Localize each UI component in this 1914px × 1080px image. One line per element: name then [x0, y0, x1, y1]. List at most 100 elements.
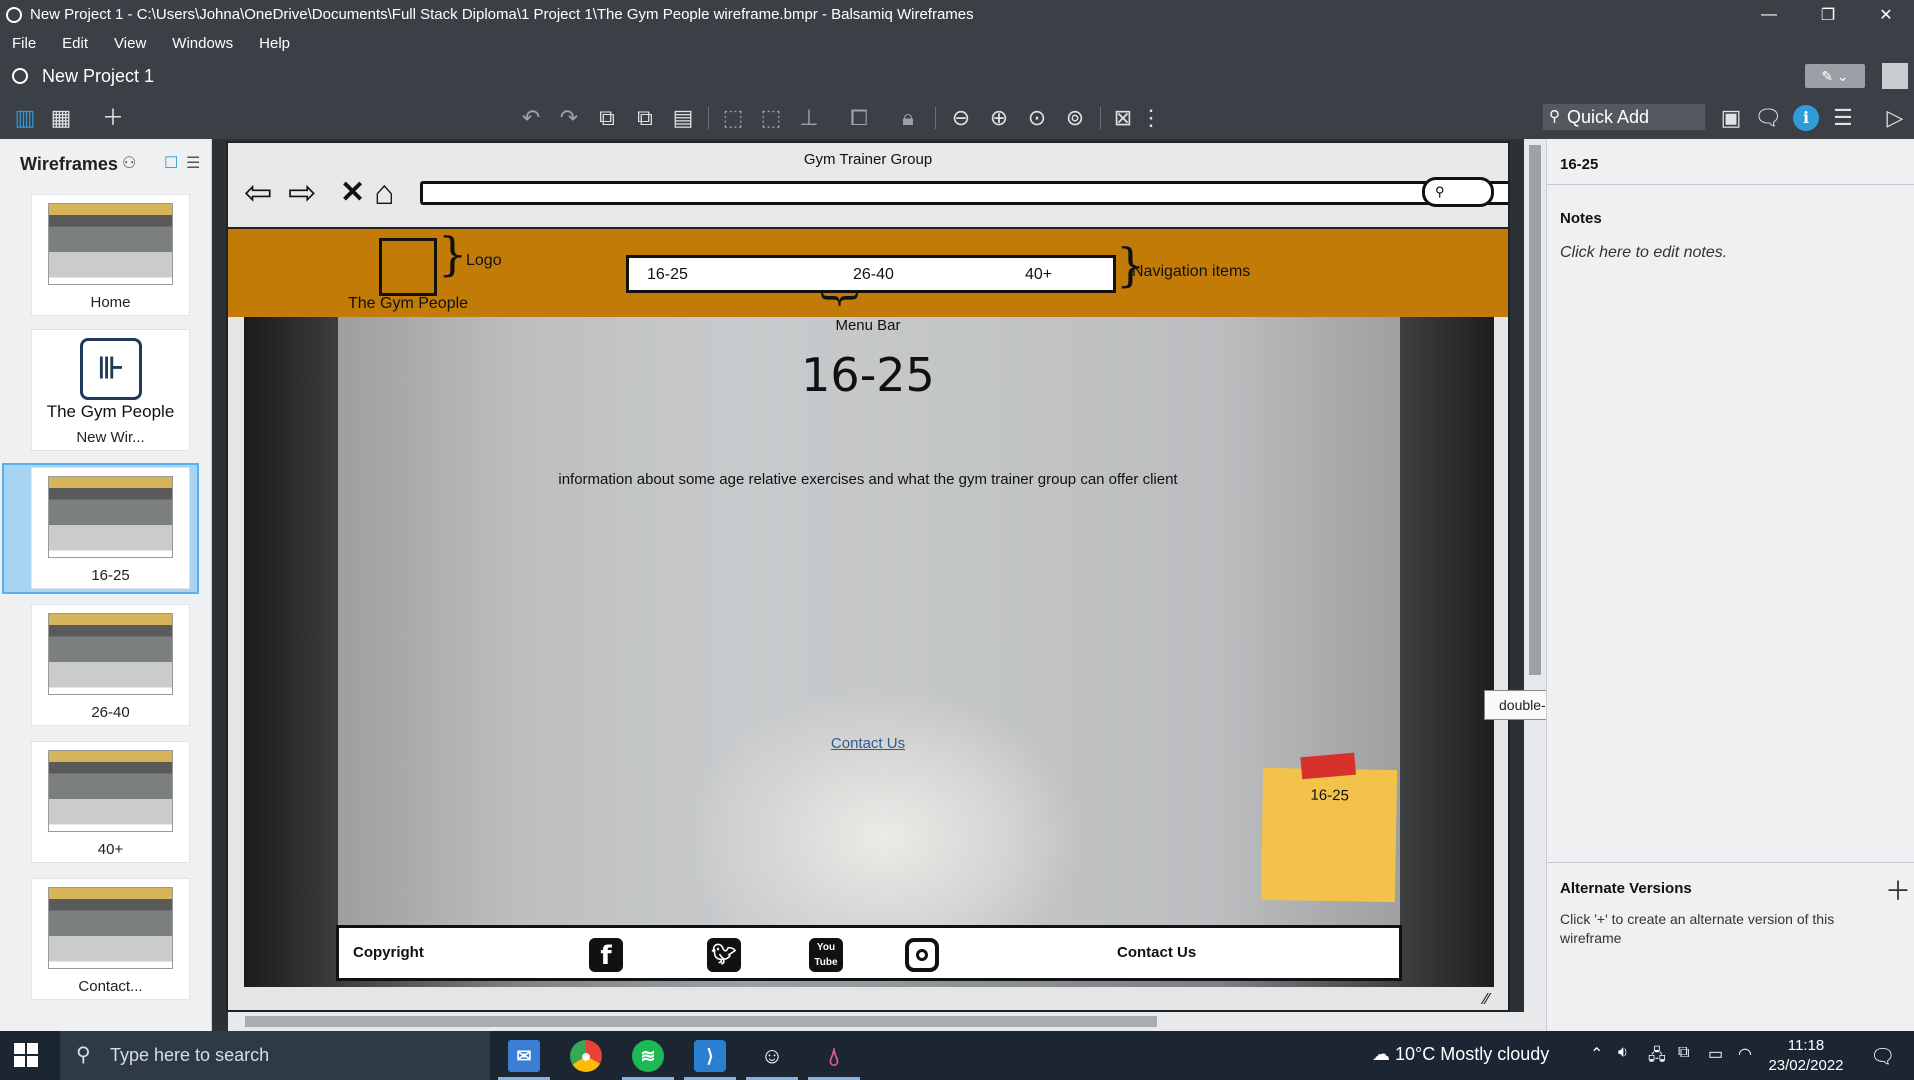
project-icon: [12, 68, 28, 84]
brand-name: The Gym People: [348, 295, 469, 312]
list-view-icon[interactable]: ☰: [186, 153, 200, 173]
instagram-icon: [905, 938, 939, 972]
wireframe-thumb-16-25[interactable]: 16-25: [31, 467, 190, 589]
edit-mode-pencil-icon[interactable]: ✎ ⌄: [1805, 64, 1865, 88]
info-icon[interactable]: i: [1793, 105, 1819, 131]
mail-icon[interactable]: ✉: [508, 1040, 540, 1072]
facebook-icon: f: [589, 938, 623, 972]
wireframe-thumb-40-plus[interactable]: 40+: [31, 741, 190, 863]
comment-icon[interactable]: 🗨︎: [1754, 105, 1782, 131]
list-icon[interactable]: ☰: [1830, 105, 1856, 131]
battery-icon[interactable]: ▭: [1708, 1044, 1723, 1064]
zoom-in-icon[interactable]: ⊕: [986, 105, 1012, 131]
balsamiq-taskbar-icon[interactable]: ☺: [756, 1040, 788, 1072]
search-icon: ⚲: [76, 1044, 91, 1066]
tray-chevron-icon[interactable]: ⌃: [1590, 1044, 1603, 1064]
horizontal-scrollbar[interactable]: [228, 1012, 1524, 1031]
wireframe-thumb-home[interactable]: Home: [31, 194, 190, 316]
toolbar-divider: [708, 107, 709, 129]
add-wireframe-icon[interactable]: ＋: [100, 105, 126, 131]
nav-menu-box: 16-25 26-40 40+: [626, 255, 1116, 293]
panel-title: Wireframes: [20, 154, 118, 174]
wireframe-mockup[interactable]: Gym Trainer Group ⇦ ⇨ ✕ ⌂ ⚲ } Logo The G…: [226, 141, 1510, 1012]
thumb-label: 40+: [97, 841, 124, 858]
weather-widget[interactable]: ☁︎ 10°C Mostly cloudy: [1372, 1044, 1549, 1065]
page-heading: 16-25: [801, 348, 935, 402]
alternate-versions-text: Click '+' to create an alternate version…: [1560, 911, 1835, 946]
lock-icon[interactable]: 🔒︎: [895, 105, 921, 131]
maximize-button[interactable]: ❐: [1800, 0, 1856, 29]
spotify-icon[interactable]: ≋: [632, 1040, 664, 1072]
taskbar: ⚲ Type here to search ✉ ● ≋ ⟩ ☺ 💧︎ ☁︎ 10…: [0, 1031, 1914, 1080]
paste-icon[interactable]: ▤: [670, 105, 696, 131]
taskbar-search[interactable]: ⚲ Type here to search: [60, 1031, 490, 1080]
clock-date: 23/02/2022: [1768, 1057, 1844, 1074]
actual-size-icon[interactable]: ⊙: [1024, 105, 1050, 131]
close-button[interactable]: ✕: [1858, 0, 1914, 29]
search-icon: ⚲: [1549, 108, 1560, 125]
thumb-label: 16-25: [91, 567, 130, 584]
resize-handle-icon[interactable]: ⁄⁄: [1484, 991, 1489, 1009]
nav-item-26-40: 26-40: [853, 266, 894, 283]
nav-items-label: Navigation items: [1132, 263, 1251, 280]
vscode-icon[interactable]: ⟩: [694, 1040, 726, 1072]
windows-start-icon[interactable]: [14, 1043, 38, 1067]
wireframe-thumb-new[interactable]: ⊪ The Gym People New Wir...: [31, 329, 190, 451]
menu-file[interactable]: File: [12, 35, 36, 52]
menu-view[interactable]: View: [114, 35, 146, 52]
menu-windows[interactable]: Windows: [172, 35, 233, 52]
single-view-icon[interactable]: ▥: [12, 105, 38, 131]
toolbar-divider: [1100, 107, 1101, 129]
minimize-button[interactable]: —: [1741, 0, 1797, 29]
more-options-icon[interactable]: ⋮: [1138, 105, 1164, 131]
display-icon[interactable]: ⧉: [1678, 1044, 1689, 1062]
user-avatar-icon[interactable]: [1882, 63, 1908, 89]
vertical-scroll-thumb[interactable]: [1529, 145, 1541, 675]
toolbar-divider: [935, 107, 936, 129]
wifi-icon[interactable]: ◠: [1738, 1044, 1752, 1064]
delete-icon[interactable]: ⊠: [1110, 105, 1136, 131]
ungroup-icon[interactable]: ⬚: [758, 105, 784, 131]
logo-label: Logo: [466, 252, 502, 269]
media-icon[interactable]: ▣: [1718, 105, 1744, 131]
contact-us-link: Contact Us: [830, 735, 906, 752]
menu-help[interactable]: Help: [259, 35, 290, 52]
chrome-icon[interactable]: ●: [570, 1040, 602, 1072]
duplicate-icon[interactable]: ⧉: [632, 105, 658, 131]
network-icon[interactable]: 🖧: [1648, 1044, 1666, 1071]
undo-icon[interactable]: ↶: [518, 105, 544, 131]
wireframe-name[interactable]: 16-25: [1560, 156, 1598, 173]
align-icon[interactable]: ⊥: [796, 105, 822, 131]
arrange-icon[interactable]: ⧠: [846, 105, 872, 131]
clock[interactable]: 11:18 23/02/2022: [1766, 1036, 1846, 1076]
notifications-icon[interactable]: 🗨︎: [1870, 1044, 1895, 1069]
dumbbell-icon: ⊪: [80, 338, 142, 400]
home-icon: ⌂: [374, 174, 395, 212]
wireframe-thumb-26-40[interactable]: 26-40: [31, 604, 190, 726]
project-name[interactable]: New Project 1: [42, 66, 154, 87]
quick-add-placeholder: Quick Add: [1567, 107, 1650, 127]
vertical-scrollbar[interactable]: [1524, 139, 1546, 1031]
copy-icon[interactable]: ⧉: [594, 105, 620, 131]
branch-icon[interactable]: ⚇: [122, 153, 136, 173]
group-icon[interactable]: ⬚: [720, 105, 746, 131]
menu-edit[interactable]: Edit: [62, 35, 88, 52]
redo-icon[interactable]: ↷: [556, 105, 582, 131]
url-bar: [420, 181, 1508, 205]
present-icon[interactable]: ▷: [1882, 105, 1908, 131]
thumbnail-view-icon[interactable]: ☐: [164, 153, 178, 173]
notes-field[interactable]: Click here to edit notes.: [1560, 244, 1727, 262]
horizontal-scroll-thumb[interactable]: [245, 1016, 1157, 1027]
drop-app-icon[interactable]: 💧︎: [818, 1040, 850, 1072]
wireframe-thumb-contact[interactable]: Contact...: [31, 878, 190, 1000]
volume-icon[interactable]: 🔉︎: [1618, 1044, 1628, 1062]
zoom-out-icon[interactable]: ⊖: [948, 105, 974, 131]
zoom-fit-icon[interactable]: ⊚: [1062, 105, 1088, 131]
sticky-tape: [1300, 752, 1357, 780]
quick-add-input[interactable]: ⚲ Quick Add: [1543, 104, 1705, 130]
taskbar-search-placeholder: Type here to search: [110, 1045, 270, 1065]
grid-view-icon[interactable]: ▦: [48, 105, 74, 131]
alternate-versions-heading: Alternate Versions: [1560, 880, 1692, 897]
thumb-label: New Wir...: [76, 429, 145, 446]
add-alternate-icon[interactable]: ＋: [1885, 871, 1911, 908]
